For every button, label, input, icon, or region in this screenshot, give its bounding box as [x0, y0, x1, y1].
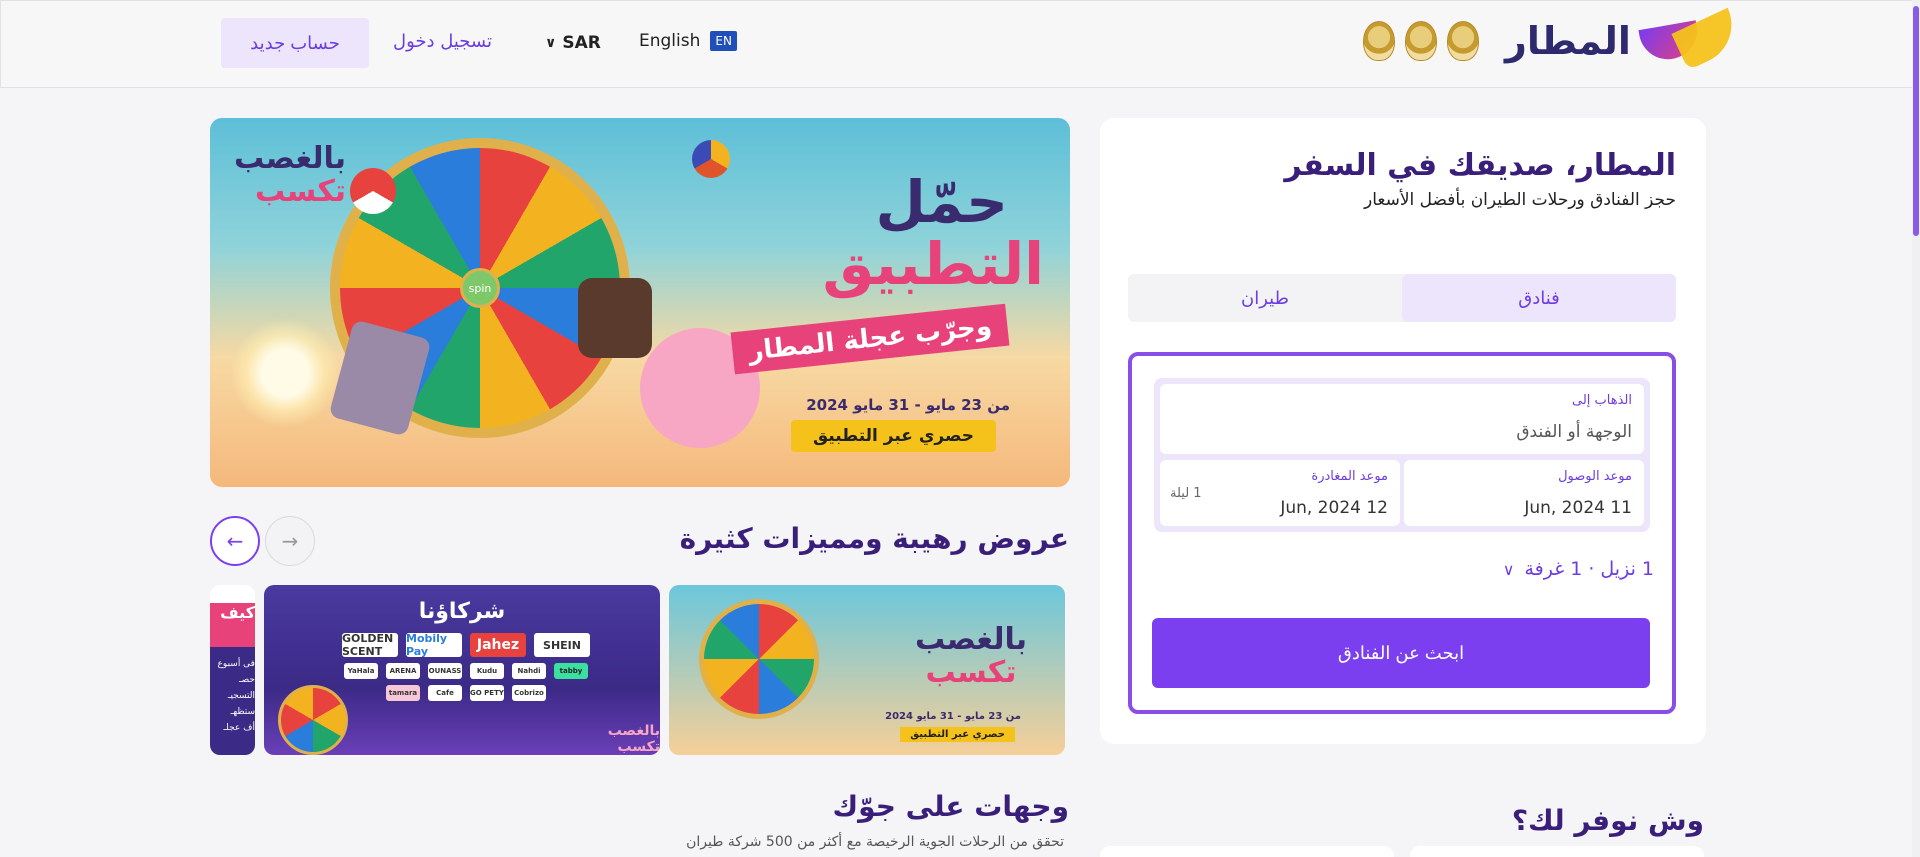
search-tabs: طيران فنادق — [1128, 274, 1676, 322]
partner-logo: Jahez — [470, 633, 526, 657]
partner-logo: ARENA — [386, 663, 420, 679]
partner-logos: GOLDEN SCENT Mobily Pay Jahez SHEIN YaHa… — [332, 632, 600, 701]
offer-card-partial-title: كيف — [210, 603, 255, 647]
card-title: المطار، صديقك في السفر — [1284, 148, 1676, 183]
award-badge-icon — [1447, 21, 1479, 61]
offer-card-bottom: تكسب — [925, 655, 1017, 690]
offer-card-cta: حصري عبر التطبيق — [900, 727, 1015, 742]
signup-button[interactable]: حساب جديد — [221, 18, 369, 68]
search-hotels-button[interactable]: ابحث عن الفنادق — [1152, 618, 1650, 688]
feature-tile — [1100, 846, 1394, 857]
destination-label: الذهاب إلى — [1572, 393, 1632, 408]
offer-card-dates: من 23 مايو - 31 مايو 2024 — [885, 711, 1021, 722]
checkout-field[interactable]: موعد المغادرة 12 Jun, 2024 1 ليلة — [1160, 460, 1400, 526]
award-badge-icon — [1405, 21, 1437, 61]
hero-line-2: التطبيق — [822, 230, 1044, 298]
offer-card-partial-line: حصـ — [238, 675, 255, 685]
wheel-hub: spin — [460, 268, 500, 308]
partner-logo: OUNASS — [428, 663, 462, 679]
language-label: English — [639, 31, 701, 51]
top-header: المطار English EN ∨ SAR تسجيل دخول حساب … — [0, 0, 1920, 88]
beach-ball-graphic — [350, 168, 396, 214]
logo-text: المطار — [1505, 19, 1632, 63]
backpack-graphic — [578, 278, 652, 358]
offer-card-top: بالغصب — [914, 622, 1027, 657]
destination-field[interactable]: الذهاب إلى الوجهة أو الفندق — [1160, 384, 1644, 454]
carousel-prev-button[interactable]: ← — [210, 516, 260, 566]
volleyball-graphic — [692, 140, 730, 178]
partner-logo: Cafe — [428, 685, 462, 701]
offer-card-partial-body: فى أسبوع حصـ التسجيـ ستظهـ أف عجلـ — [210, 647, 255, 755]
checkin-field[interactable]: موعد الوصول 11 Jun, 2024 — [1404, 460, 1644, 526]
arrow-right-icon: → — [281, 529, 299, 553]
search-card: المطار، صديقك في السفر حجز الفنادق ورحلا… — [1100, 118, 1706, 744]
hero-corner-bottom: تكسب — [255, 174, 347, 209]
page-scrollbar[interactable] — [1912, 0, 1920, 857]
tab-flights[interactable]: طيران — [1128, 274, 1402, 322]
checkout-label: موعد المغادرة — [1311, 469, 1388, 484]
partner-logo: Kudu — [470, 663, 504, 679]
offers-section-title: عروض رهيبة ومميزات كثيرة — [679, 522, 1069, 555]
award-badge-icon — [1363, 21, 1395, 61]
partner-logo: Mobily Pay — [406, 632, 462, 658]
offer-card-partial-line: فى أسبوع — [217, 659, 255, 669]
destination-input[interactable]: الوجهة أو الفندق — [1516, 422, 1632, 442]
sun-graphic — [230, 318, 340, 428]
checkin-value: 11 Jun, 2024 — [1524, 498, 1632, 518]
prize-wheel-graphic — [699, 599, 819, 719]
partner-logo: tamara — [386, 685, 420, 701]
partner-logo: YaHala — [344, 663, 378, 679]
destinations-title: وجهات على جوّك — [832, 790, 1070, 823]
checkout-value: 12 Jun, 2024 — [1280, 498, 1388, 518]
partner-logo: Cobrizo — [512, 685, 546, 701]
currency-selector[interactable]: ∨ SAR — [545, 33, 601, 53]
partners-title: شركاؤنا — [418, 599, 506, 624]
offer-card-partial-line: أف عجلـ — [223, 723, 256, 733]
search-fields: الذهاب إلى الوجهة أو الفندق موعد الوصول … — [1154, 378, 1650, 532]
partners-tag: بالغصب تكسب — [607, 723, 660, 755]
hero-corner-logo: بالغصب تكسب — [234, 142, 346, 208]
destinations-subtitle: تحقق من الرحلات الجوية الرخيصة مع أكثر م… — [686, 834, 1064, 850]
card-subtitle: حجز الفنادق ورحلات الطيران بأفضل الأسعار — [1363, 190, 1676, 210]
prize-wheel-graphic — [278, 685, 348, 755]
guests-rooms-label: 1 نزيل · 1 غرفة — [1524, 558, 1654, 580]
partner-logo: tabby — [554, 663, 588, 679]
hero-dates: من 23 مايو - 31 مايو 2024 — [806, 396, 1010, 414]
hero-corner-top: بالغصب — [234, 141, 347, 176]
language-badge: EN — [710, 31, 737, 51]
partner-logo: SHEIN — [534, 633, 590, 657]
guests-rooms-selector[interactable]: 1 نزيل · 1 غرفة ∨ — [1503, 558, 1654, 580]
offer-card-partial-line: ستظهـ — [230, 707, 255, 717]
offer-card-heading: بالغصب تكسب — [915, 623, 1027, 689]
awards-badges — [1363, 21, 1479, 61]
checkin-label: موعد الوصول — [1558, 469, 1632, 484]
offer-card-partial-line: التسجيـ — [227, 691, 255, 701]
carousel-next-button[interactable]: → — [265, 516, 315, 566]
arrow-left-icon: ← — [226, 529, 244, 553]
login-link[interactable]: تسجيل دخول — [393, 31, 492, 52]
hero-banner[interactable]: spin بالغصب تكسب حمّل التطبيق وجرّب عجلة… — [210, 118, 1070, 487]
offer-card-wheel[interactable]: بالغصب تكسب من 23 مايو - 31 مايو 2024 حص… — [669, 585, 1065, 755]
scrollbar-thumb[interactable] — [1913, 6, 1919, 236]
site-logo[interactable]: المطار — [1505, 7, 1751, 71]
offer-card-partners[interactable]: شركاؤنا GOLDEN SCENT Mobily Pay Jahez SH… — [264, 585, 660, 755]
partner-logo: GOLDEN SCENT — [342, 632, 398, 658]
chevron-down-icon: ∨ — [1502, 559, 1515, 579]
language-switcher[interactable]: English EN — [639, 31, 737, 51]
partner-logo: Nahdi — [512, 663, 546, 679]
tab-hotels[interactable]: فنادق — [1402, 274, 1676, 322]
hotel-search-form: الذهاب إلى الوجهة أو الفندق موعد الوصول … — [1128, 352, 1676, 714]
hero-exclusive-badge: حصري عبر التطبيق — [790, 420, 996, 452]
hero-line-3: وجرّب عجلة المطار — [730, 303, 1010, 375]
hero-line-1: حمّل — [875, 168, 1008, 236]
logo-mark-icon — [1638, 7, 1751, 71]
chevron-down-icon: ∨ — [545, 35, 557, 51]
currency-label: SAR — [562, 33, 601, 53]
provide-section-title: وش نوفر لك؟ — [1511, 804, 1704, 837]
partner-logo: GO PETY — [470, 685, 504, 701]
offer-card-partial[interactable]: كيف فى أسبوع حصـ التسجيـ ستظهـ أف عجلـ — [210, 585, 255, 755]
nights-count: 1 ليلة — [1170, 486, 1202, 501]
feature-tile — [1410, 846, 1704, 857]
